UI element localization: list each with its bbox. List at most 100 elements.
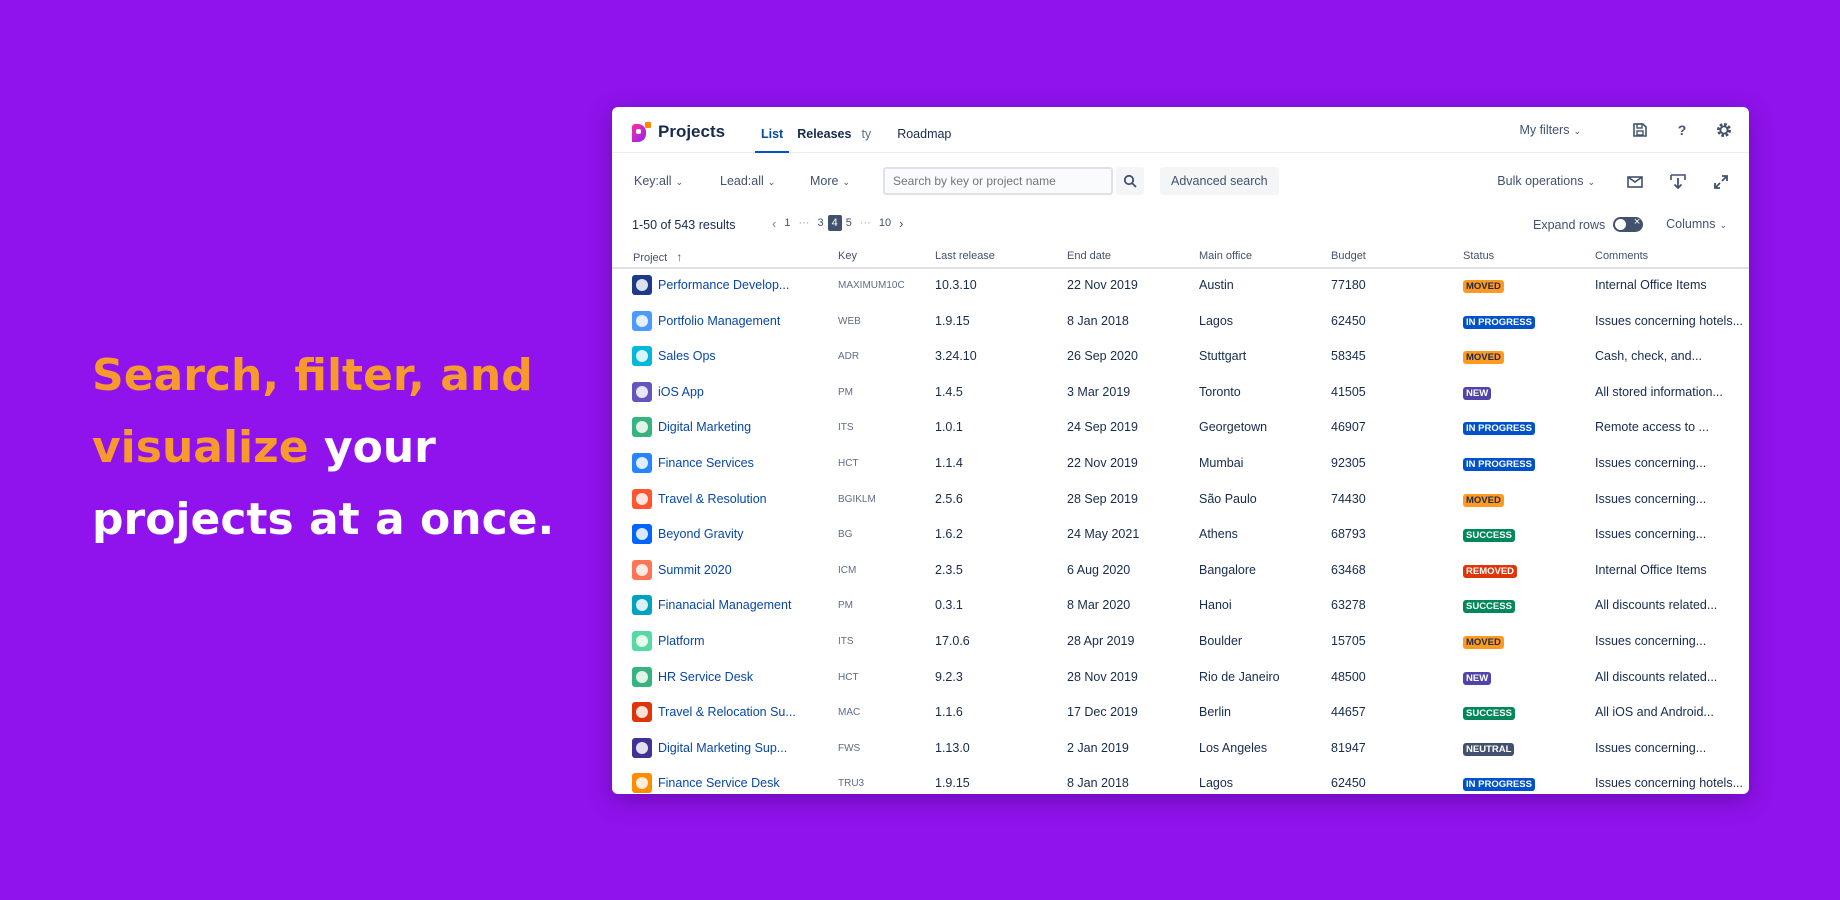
table-row[interactable]: Summit 2020 ICM 2.3.5 6 Aug 2020 Bangalore 63… <box>612 553 1749 589</box>
project-name-link[interactable]: Portfolio Management <box>658 314 780 328</box>
project-name-link[interactable]: Digital Marketing Sup... <box>658 741 787 755</box>
chevron-right-icon[interactable]: › <box>895 216 907 231</box>
results-count: 1-50 of 543 results <box>632 218 736 232</box>
status-cell: MOVED <box>1463 492 1504 507</box>
column-header-key[interactable]: Key <box>838 250 857 262</box>
sort-ascending-icon: ↑ <box>676 250 683 264</box>
end-date: 28 Apr 2019 <box>1067 633 1135 648</box>
main-office: Berlin <box>1199 705 1231 720</box>
end-date: 17 Dec 2019 <box>1067 705 1138 720</box>
end-date: 24 May 2021 <box>1067 527 1140 542</box>
tab-truncated[interactable]: ty <box>859 107 877 153</box>
project-name-link[interactable]: Digital Marketing <box>658 420 751 434</box>
page-current[interactable]: 4 <box>827 215 842 231</box>
expand-rows-label: Expand rows <box>1533 217 1606 232</box>
project-name-link[interactable]: Finance Services <box>658 456 754 470</box>
tab-roadmap[interactable]: Roadmap <box>891 107 957 153</box>
budget: 58345 <box>1331 349 1366 364</box>
table-row[interactable]: HR Service Desk HCT 9.2.3 28 Nov 2019 Rio de… <box>612 660 1749 696</box>
tab-list[interactable]: List <box>755 107 790 153</box>
budget: 63468 <box>1331 562 1366 577</box>
table-row[interactable]: Digital Marketing ITS 1.0.1 24 Sep 2019 Geor… <box>612 410 1749 446</box>
project-name-link[interactable]: Travel & Relocation Su... <box>658 705 796 719</box>
save-icon[interactable] <box>1629 119 1651 141</box>
page-link[interactable]: 3 <box>813 217 827 229</box>
project-avatar-icon <box>632 559 652 580</box>
project-avatar-icon <box>632 630 652 651</box>
table-row[interactable]: Travel & Resolution BGIKLM 2.5.6 28 Sep 201… <box>612 482 1749 518</box>
column-header-last-release[interactable]: Last release <box>935 250 995 262</box>
project-name-link[interactable]: Travel & Resolution <box>658 492 767 506</box>
project-name-link[interactable]: Finanacial Management <box>658 598 791 612</box>
chevron-down-icon: ⌄ <box>1719 220 1727 230</box>
expand-rows-toggle[interactable] <box>1613 216 1644 232</box>
page-link[interactable]: 1 <box>780 217 794 229</box>
comment: Issues concerning... <box>1595 527 1707 542</box>
export-icon[interactable] <box>1667 171 1689 193</box>
page-link[interactable]: 10 <box>875 217 895 229</box>
budget: 77180 <box>1331 278 1366 292</box>
table-row[interactable]: Beyond Gravity BG 1.6.2 24 May 2021 Athens 68… <box>612 517 1749 553</box>
table-row[interactable]: iOS App PM 1.4.5 3 Mar 2019 Toronto 41505 NEW A… <box>612 375 1749 411</box>
project-name-link[interactable]: Performance Develop... <box>658 278 789 292</box>
table-row[interactable]: Platform ITS 17.0.6 28 Apr 2019 Boulder 15705… <box>612 624 1749 660</box>
column-header-main-office[interactable]: Main office <box>1199 250 1252 262</box>
project-key: FWS <box>838 742 861 754</box>
fullscreen-icon[interactable] <box>1710 171 1732 193</box>
budget: 81947 <box>1331 740 1366 755</box>
column-header-project[interactable]: Project ↑ <box>633 250 682 264</box>
search-icon[interactable] <box>1116 167 1144 195</box>
brand[interactable]: Projects <box>632 122 725 142</box>
columns-dropdown[interactable]: Columns ⌄ <box>1666 217 1727 231</box>
project-name-link[interactable]: Finance Service Desk <box>658 776 780 790</box>
table-row[interactable]: Finanacial Management PM 0.3.1 8 Mar 2020 Ha… <box>612 588 1749 624</box>
status-badge: SUCCESS <box>1463 600 1515 614</box>
status-badge: MOVED <box>1463 280 1504 293</box>
more-dropdown[interactable]: More ⌄ <box>810 174 850 188</box>
project-key: MAC <box>838 707 861 719</box>
end-date: 24 Sep 2019 <box>1067 420 1138 435</box>
page-link[interactable]: 5 <box>842 217 856 229</box>
status-badge: IN PROGRESS <box>1463 457 1535 471</box>
gear-icon[interactable] <box>1713 119 1735 141</box>
help-icon[interactable]: ? <box>1671 119 1693 141</box>
page-ellipsis: ··· <box>859 217 871 229</box>
columns-label: Columns <box>1666 217 1716 231</box>
app-logo-icon <box>632 122 652 142</box>
table-row[interactable]: Sales Ops ADR 3.24.10 26 Sep 2020 Stuttgart 5… <box>612 339 1749 375</box>
project-name-link[interactable]: Summit 2020 <box>658 563 732 577</box>
table-row[interactable]: Finance Services HCT 1.1.4 22 Nov 2019 Mumba… <box>612 446 1749 482</box>
more-label: More <box>810 174 839 188</box>
table-row[interactable]: Digital Marketing Sup... FWS 1.13.0 2 Jan 2… <box>612 731 1749 767</box>
table-row[interactable]: Portfolio Management WEB 1.9.15 8 Jan 2018 L… <box>612 304 1749 340</box>
project-name-link[interactable]: HR Service Desk <box>658 670 753 684</box>
tab-releases[interactable]: Releases <box>791 107 857 153</box>
column-header-budget[interactable]: Budget <box>1331 250 1366 262</box>
lead-filter-dropdown[interactable]: Lead:all ⌄ <box>720 174 775 188</box>
project-name-link[interactable]: Beyond Gravity <box>658 527 743 541</box>
last-release: 3.24.10 <box>935 349 977 364</box>
column-header-end-date[interactable]: End date <box>1067 250 1111 262</box>
last-release: 1.6.2 <box>935 527 963 542</box>
chevron-left-icon[interactable]: ‹ <box>768 216 780 231</box>
project-key: HCT <box>838 671 859 683</box>
project-name-link[interactable]: Platform <box>658 634 705 648</box>
project-avatar-icon <box>632 310 652 331</box>
project-name-link[interactable]: Sales Ops <box>658 349 716 363</box>
bulk-operations-dropdown[interactable]: Bulk operations ⌄ <box>1497 174 1595 188</box>
filter-toolbar: Key:all⌄ Lead:all⌄ More⌄ Advanced search… <box>612 167 1749 197</box>
column-header-status[interactable]: Status <box>1463 250 1494 262</box>
project-name-link[interactable]: iOS App <box>658 385 704 399</box>
end-date: 22 Nov 2019 <box>1067 278 1138 292</box>
mail-icon[interactable] <box>1624 171 1646 193</box>
advanced-search-button[interactable]: Advanced search <box>1160 167 1279 195</box>
key-filter-dropdown[interactable]: Key:all ⌄ <box>634 174 683 188</box>
table-row[interactable]: Travel & Relocation Su... MAC 1.1.6 17 Dec … <box>612 695 1749 731</box>
table-row[interactable]: Performance Develop... MAXIMUM10C 10.3.10 2… <box>612 268 1749 304</box>
column-header-comments[interactable]: Comments <box>1595 250 1648 262</box>
search-input[interactable] <box>883 167 1113 195</box>
my-filters-dropdown[interactable]: My filters ⌄ <box>1519 123 1581 137</box>
main-office: Boulder <box>1199 633 1243 648</box>
table-row[interactable]: Finance Service Desk TRU3 1.9.15 8 Jan 2018… <box>612 766 1749 794</box>
status-badge: NEW <box>1463 671 1492 685</box>
